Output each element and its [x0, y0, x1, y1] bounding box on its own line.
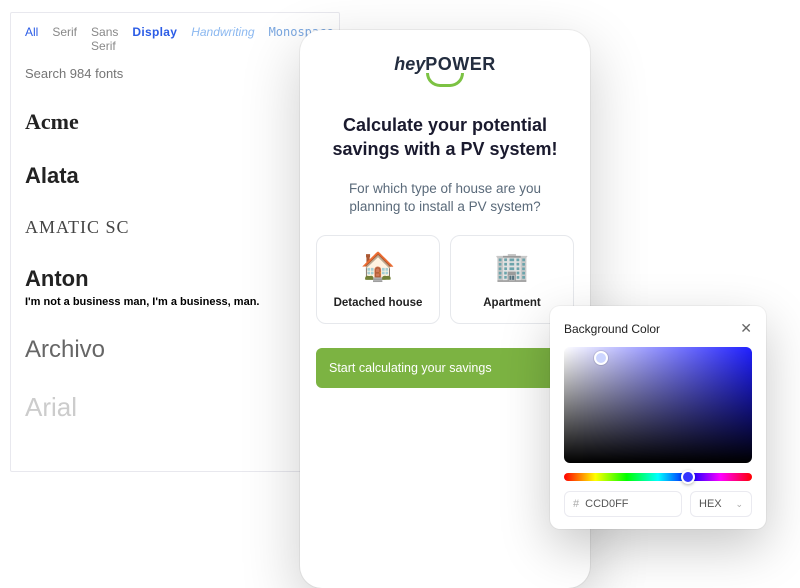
start-calculating-button[interactable]: Start calculating your savings	[316, 348, 574, 388]
font-item-arial[interactable]: Arial	[25, 378, 325, 437]
hex-value: CCD0FF	[585, 498, 628, 510]
logo-power: POWER	[425, 54, 496, 74]
color-value-inputs: # CCD0FF HEX ⌄	[564, 491, 752, 517]
font-sample-text: I'm not a business man, I'm a business, …	[25, 296, 325, 308]
page-title: Calculate your potential savings with a …	[300, 93, 590, 174]
house-type-options: 🏠 Detached house 🏢 Apartment	[300, 235, 590, 324]
search-input[interactable]	[25, 66, 325, 81]
building-icon: 🏢	[459, 250, 565, 283]
font-category-tabs: All Serif Sans Serif Display Handwriting…	[11, 13, 339, 57]
font-picker-panel: All Serif Sans Serif Display Handwriting…	[10, 12, 340, 472]
hue-slider[interactable]	[564, 473, 752, 481]
option-label: Apartment	[483, 297, 541, 309]
saturation-value-area[interactable]	[564, 347, 752, 463]
hue-handle[interactable]	[681, 470, 695, 484]
hash-label: #	[573, 498, 579, 510]
option-detached-house[interactable]: 🏠 Detached house	[316, 235, 440, 324]
option-label: Detached house	[334, 297, 423, 309]
format-label: HEX	[699, 498, 722, 510]
color-picker-header: Background Color ✕	[564, 320, 752, 337]
font-name: Alata	[25, 163, 325, 189]
tab-all[interactable]: All	[25, 25, 38, 53]
font-item-alata[interactable]: Alata	[25, 149, 325, 203]
tab-serif[interactable]: Serif	[52, 25, 77, 53]
tab-handwriting[interactable]: Handwriting	[191, 25, 254, 53]
font-item-archivo[interactable]: Archivo	[25, 322, 325, 378]
font-item-anton[interactable]: Anton I'm not a business man, I'm a busi…	[25, 252, 325, 322]
close-icon[interactable]: ✕	[740, 320, 752, 337]
tab-sans-serif[interactable]: Sans Serif	[91, 25, 118, 53]
house-icon: 🏠	[325, 250, 431, 283]
color-picker-popup: Background Color ✕ # CCD0FF HEX ⌄	[550, 306, 766, 529]
hex-input[interactable]: # CCD0FF	[564, 491, 682, 517]
page-subtitle: For which type of house are you planning…	[300, 174, 590, 236]
color-handle[interactable]	[594, 351, 608, 365]
logo-hey: hey	[394, 54, 425, 74]
chevron-down-icon: ⌄	[735, 499, 743, 510]
font-item-acme[interactable]: Acme	[25, 95, 325, 149]
font-name: Archivo	[25, 336, 325, 364]
font-name: Acme	[25, 109, 325, 135]
phone-preview: heyPOWER Calculate your potential saving…	[300, 30, 590, 588]
font-item-amatic[interactable]: Amatic SC	[25, 203, 325, 252]
brand-logo: heyPOWER	[300, 54, 590, 87]
font-name: Amatic SC	[25, 217, 325, 238]
font-name: Anton	[25, 266, 325, 292]
tab-display[interactable]: Display	[132, 25, 177, 53]
logo-smile-icon	[426, 73, 464, 87]
color-format-select[interactable]: HEX ⌄	[690, 491, 752, 517]
color-picker-title: Background Color	[564, 322, 660, 336]
font-list: Acme Alata Amatic SC Anton I'm not a bus…	[11, 95, 339, 437]
font-name: Arial	[25, 392, 325, 423]
font-search-wrapper	[11, 57, 339, 95]
